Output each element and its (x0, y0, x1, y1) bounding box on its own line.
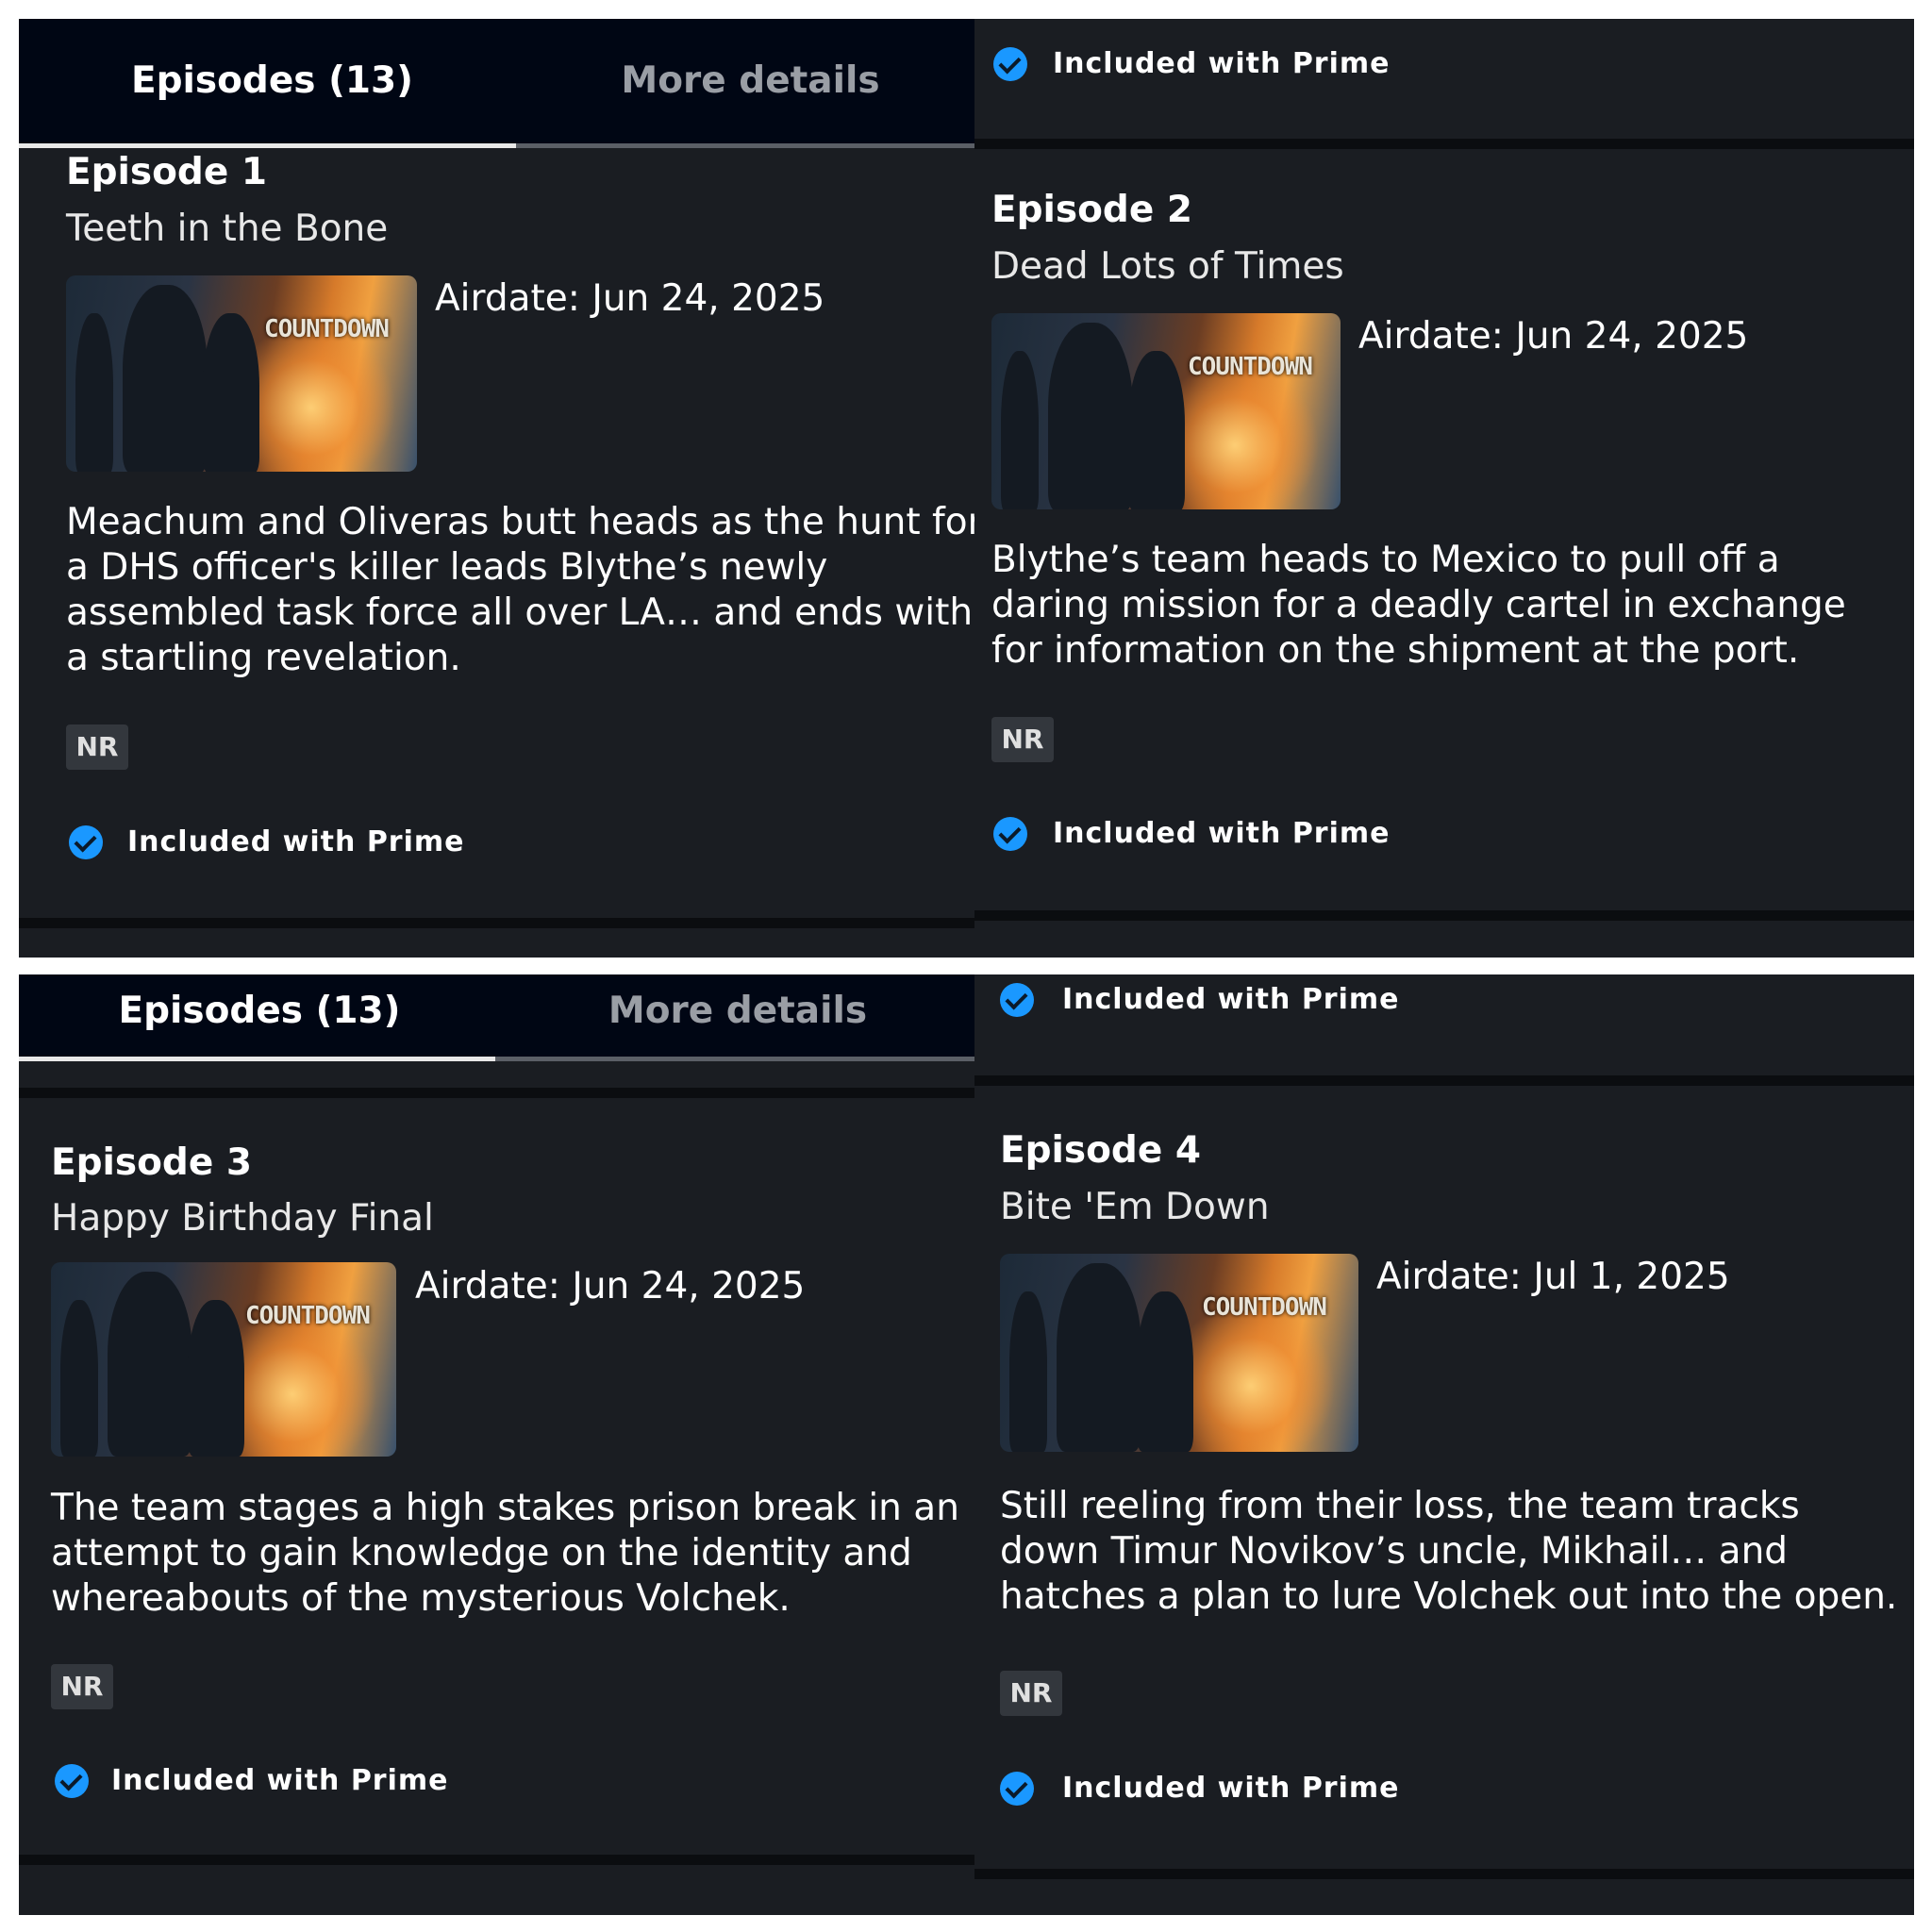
episode-airdate: Airdate: Jun 24, 2025 (415, 1265, 806, 1307)
tab-bar: Episodes (13) More details (19, 974, 975, 1061)
check-circle-icon (1000, 1772, 1034, 1806)
divider (19, 1088, 975, 1098)
figure (1048, 323, 1133, 509)
divider (974, 1075, 1914, 1086)
episode-title: Dead Lots of Times (991, 245, 1344, 288)
episode-airdate: Airdate: Jul 1, 2025 (1376, 1256, 1730, 1298)
rating-badge: NR (66, 724, 128, 770)
divider (974, 139, 1914, 149)
episode-synopsis: Blythe’s team heads to Mexico to pull of… (991, 539, 1846, 672)
check-circle-icon (1000, 983, 1034, 1017)
tab-underline (516, 143, 975, 148)
rating-badge: NR (1000, 1671, 1062, 1716)
active-tab-indicator (19, 1057, 495, 1061)
episodes-panel-3: Episodes (13) More details Episode 3 Hap… (19, 974, 975, 1915)
divider (974, 1869, 1914, 1879)
figure (75, 313, 113, 472)
figure (188, 1300, 244, 1457)
divider (19, 1855, 975, 1865)
tab-episodes[interactable]: Episodes (13) (19, 974, 500, 1048)
check-circle-icon (69, 825, 103, 859)
divider (19, 918, 975, 928)
episodes-panel-2: Included with Prime Episode 2 Dead Lots … (974, 19, 1914, 958)
episode-airdate: Airdate: Jun 24, 2025 (1358, 315, 1749, 358)
show-logo: COUNTDOWN (264, 315, 390, 343)
episode-title: Happy Birthday Final (51, 1197, 434, 1240)
prime-label: Included with Prime (1053, 47, 1391, 80)
tab-bar: Episodes (13) More details (19, 19, 975, 148)
episode-synopsis: Still reeling from their loss, the team … (1000, 1485, 1898, 1618)
figure (1128, 351, 1185, 509)
episode-number: Episode 2 (991, 189, 1193, 231)
check-circle-icon (993, 817, 1027, 851)
episode-number: Episode 4 (1000, 1129, 1202, 1172)
rating-badge: NR (991, 717, 1054, 762)
figure (1001, 351, 1039, 509)
episode-number: Episode 3 (51, 1141, 253, 1184)
figure (60, 1300, 98, 1457)
episode-title: Teeth in the Bone (66, 208, 389, 250)
prime-label: Included with Prime (127, 825, 465, 858)
episode-thumbnail[interactable]: COUNTDOWN (66, 275, 417, 472)
episode-synopsis: The team stages a high stakes prison bre… (51, 1487, 959, 1620)
tab-episodes[interactable]: Episodes (13) (19, 19, 525, 143)
tab-more-details[interactable]: More details (525, 19, 975, 143)
tab-underline (495, 1057, 975, 1061)
episodes-panel-1: Episodes (13) More details Episode 1 Tee… (19, 19, 975, 958)
rating-badge: NR (51, 1664, 113, 1709)
figure (123, 285, 208, 472)
figure (108, 1272, 192, 1457)
episodes-panel-4: Included with Prime Episode 4 Bite 'Em D… (974, 974, 1914, 1915)
figure (1057, 1263, 1141, 1452)
figure (1137, 1291, 1193, 1452)
show-logo: COUNTDOWN (1188, 353, 1313, 381)
figure (1009, 1291, 1047, 1452)
show-logo: COUNTDOWN (245, 1302, 371, 1330)
show-logo: COUNTDOWN (1202, 1293, 1327, 1322)
figure (203, 313, 259, 472)
episode-thumbnail[interactable]: COUNTDOWN (991, 313, 1341, 509)
prime-label: Included with Prime (1062, 983, 1400, 1016)
episode-title: Bite 'Em Down (1000, 1186, 1270, 1228)
prime-label: Included with Prime (1062, 1772, 1400, 1805)
divider (974, 910, 1914, 921)
episode-airdate: Airdate: Jun 24, 2025 (435, 277, 825, 320)
tab-more-details[interactable]: More details (500, 974, 975, 1048)
episode-number: Episode 1 (66, 151, 268, 193)
check-circle-icon (55, 1764, 89, 1798)
episode-thumbnail[interactable]: COUNTDOWN (1000, 1254, 1358, 1452)
prime-label: Included with Prime (1053, 817, 1391, 850)
prime-label: Included with Prime (111, 1764, 449, 1797)
active-tab-indicator (19, 143, 516, 148)
episode-thumbnail[interactable]: COUNTDOWN (51, 1262, 396, 1457)
check-circle-icon (993, 47, 1027, 81)
episode-synopsis: Meachum and Oliveras butt heads as the h… (66, 501, 975, 679)
